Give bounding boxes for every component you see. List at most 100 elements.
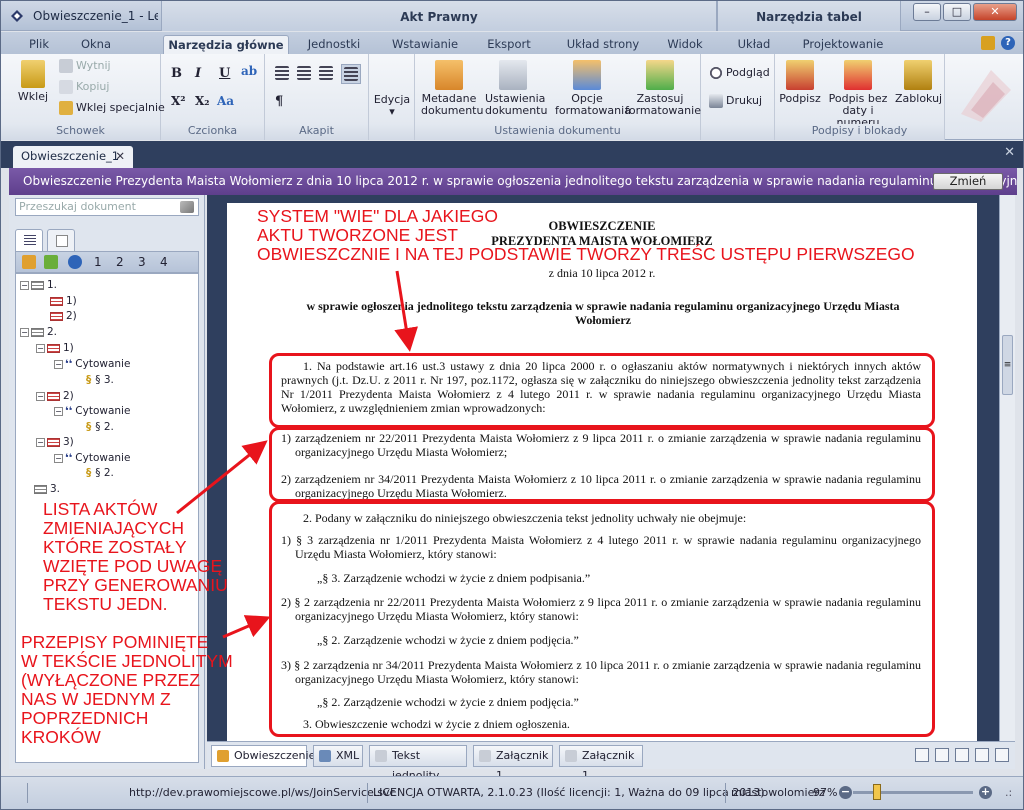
pilcrow-button[interactable]: ¶ [275,94,283,109]
zoom-out-button[interactable]: − [839,786,852,799]
print-view-icon[interactable] [955,748,969,762]
view-tab-obwieszczenie[interactable]: Obwieszczenie [211,745,315,767]
page-view-icon[interactable] [915,748,929,762]
tree-node[interactable]: § § 2. [86,420,114,434]
tree-node[interactable]: 3. [34,482,60,496]
minimize-button[interactable]: – [913,3,941,21]
refresh-icon[interactable] [68,255,82,269]
tab-widok[interactable]: Widok [661,35,709,54]
view-tab-xml[interactable]: XML [313,745,363,767]
paragraph-icon: § [86,421,92,433]
zoom-slider-thumb[interactable] [873,784,881,800]
document-scrollbar[interactable]: ≡ [999,195,1015,741]
tab-projektowanie[interactable]: Projektowanie [797,35,889,54]
search-input[interactable]: Przeszukaj dokument [15,198,199,216]
spellcheck-icon[interactable]: ab [241,64,257,78]
doc-settings-button[interactable]: Ustawienia dokumentu [485,60,547,117]
print-button[interactable]: Drukuj [709,94,762,108]
tab-uklad[interactable]: Układ [731,35,777,54]
tree-node[interactable]: − ❛❛ Cytowanie [54,404,130,418]
tree-node[interactable]: § § 3. [86,373,114,387]
tree-node[interactable]: −2) [36,389,74,403]
doc-tab-obwieszczenie[interactable]: Obwieszczenie_1 ✕ [13,146,133,168]
tab-jednostki[interactable]: Jednostki [297,35,371,54]
justify-icon[interactable] [341,64,361,84]
underline-button[interactable]: U [219,66,230,81]
tab-uklad-strony[interactable]: Układ strony [557,35,649,54]
align-left-icon[interactable] [275,66,292,80]
superscript-button[interactable]: X² [171,94,186,108]
collapse-icon[interactable] [44,255,58,269]
tree-node[interactable]: 1) [50,294,77,308]
xml-icon [319,750,331,762]
level-3-button[interactable]: 3 [138,255,146,269]
align-right-icon[interactable] [319,66,336,80]
format-options-button[interactable]: Opcje formatowania [555,60,631,117]
group-edit: Edycja ▾ [369,54,415,140]
tree-node[interactable]: −1. [20,278,57,292]
level-4-button[interactable]: 4 [160,255,168,269]
change-button[interactable]: Zmień [933,173,1003,190]
preview-button[interactable]: Podgląd [709,66,770,80]
view-tab-zalacznik-1b[interactable]: Załącznik 1 [559,745,643,782]
close-all-icon[interactable]: ✕ [1004,145,1015,160]
fullscreen-icon[interactable] [995,748,1009,762]
metadata-button[interactable]: Metadane dokumentu [421,60,483,117]
sign-icon [786,60,814,90]
tab-structure[interactable] [15,229,43,251]
zoom-in-button[interactable]: + [979,786,992,799]
tree-node[interactable]: § § 2. [86,466,114,480]
view-tab-zalacznik-1[interactable]: Załącznik 1 [473,745,553,782]
paste-special-button[interactable]: Wklej specjalnie [59,101,165,115]
maximize-button[interactable]: □ [943,3,971,21]
list-view-icon[interactable] [975,748,989,762]
apply-format-button[interactable]: Zastosuj formatowanie [625,60,701,117]
sign-button[interactable]: Podpisz [779,60,821,105]
italic-button[interactable]: I [195,66,201,81]
window-title: Obwieszczenie_1 - Le... [33,9,158,23]
tab-wstawianie[interactable]: Wstawianie [385,35,465,54]
resize-grip-icon[interactable]: .: [1005,786,1012,799]
tab-eksport[interactable]: Eksport [479,35,539,54]
subscript-button[interactable]: X₂ [195,94,210,108]
tree-node[interactable]: − ❛❛ Cytowanie [54,357,130,371]
view-tab-tekst-jednolity[interactable]: Tekst jednolity [369,745,467,782]
level-2-button[interactable]: 2 [116,255,124,269]
tree-node[interactable]: −1) [36,341,74,355]
tab-okna[interactable]: Okna [73,35,119,54]
edit-button[interactable]: Edycja ▾ [373,94,411,118]
apply-format-icon [646,60,674,90]
tab-plik[interactable]: Plik [19,35,59,54]
level-1-button[interactable]: 1 [94,255,102,269]
tab-references[interactable] [47,229,75,251]
expand-icon[interactable] [22,255,36,269]
zoom-slider[interactable] [853,791,973,794]
annotation-omitted: PRZEPISY POMINIĘTE W TEKŚCIE JEDNOLITYM … [21,632,233,747]
tree-node[interactable]: − ❛❛ Cytowanie [54,451,130,465]
group-document-settings: Metadane dokumentu Ustawienia dokumentu … [415,54,701,140]
sign-no-date-button[interactable]: Podpis bez daty i numeru [825,60,891,129]
bold-button[interactable]: B [171,66,182,81]
tree-node[interactable]: −3) [36,435,74,449]
copy-button[interactable]: Kopiuj [59,80,109,94]
tab-narzedzia-glowne[interactable]: Narzędzia główne [163,35,289,54]
title-bar: Obwieszczenie_1 - Le... Akt Prawny Narzę… [1,1,1023,31]
document-icon [217,750,229,762]
document-info-bar: Obwieszczenie Prezydenta Maista Wołomier… [9,168,1017,195]
user-name: miastowolomierz [731,786,825,799]
tree-node[interactable]: −2. [20,325,57,339]
brand-logo [961,70,1011,122]
pdf-view-icon[interactable] [935,748,949,762]
close-tab-icon[interactable]: ✕ [115,146,125,166]
help-icon[interactable]: ? [1001,36,1015,50]
scrollbar-thumb[interactable]: ≡ [1002,335,1013,395]
lock-button[interactable]: Zablokuj [895,60,942,105]
align-center-icon[interactable] [297,66,314,80]
change-case-button[interactable]: Aa [217,94,234,108]
tree-node[interactable]: 2) [50,309,77,323]
eraser-icon[interactable] [180,201,194,213]
close-window-button[interactable]: ✕ [973,3,1017,21]
paste-button[interactable]: Wklej [13,60,53,103]
cut-button[interactable]: Wytnij [59,59,111,73]
folder-icon[interactable] [981,36,995,50]
